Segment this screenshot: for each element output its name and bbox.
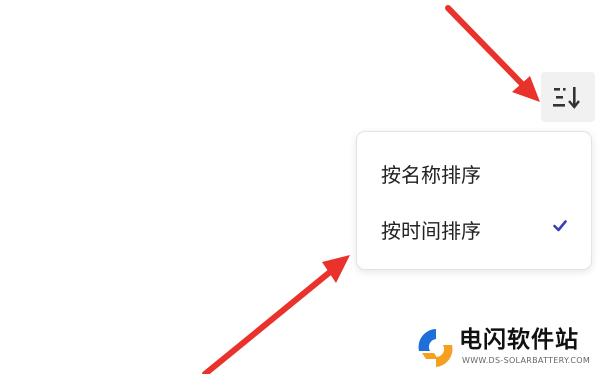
watermark: 电闪软件站 WWW.DS-SOLARBATTERY.COM [402, 323, 600, 374]
checkmark-icon [553, 220, 567, 232]
menu-item-sort-by-name[interactable]: 按名称排序 [357, 150, 591, 200]
watermark-url: WWW.DS-SOLARBATTERY.COM [462, 356, 591, 365]
menu-item-sort-by-time[interactable]: 按时间排序 [357, 206, 591, 256]
menu-item-label: 按名称排序 [381, 163, 481, 187]
site-logo-icon [418, 329, 453, 367]
watermark-title: 电闪软件站 [459, 327, 579, 353]
sort-menu: 按名称排序 按时间排序 [356, 131, 592, 270]
sort-lines-arrow-icon [553, 87, 580, 109]
menu-item-label: 按时间排序 [381, 219, 481, 243]
sort-toggle-button[interactable] [541, 72, 595, 122]
